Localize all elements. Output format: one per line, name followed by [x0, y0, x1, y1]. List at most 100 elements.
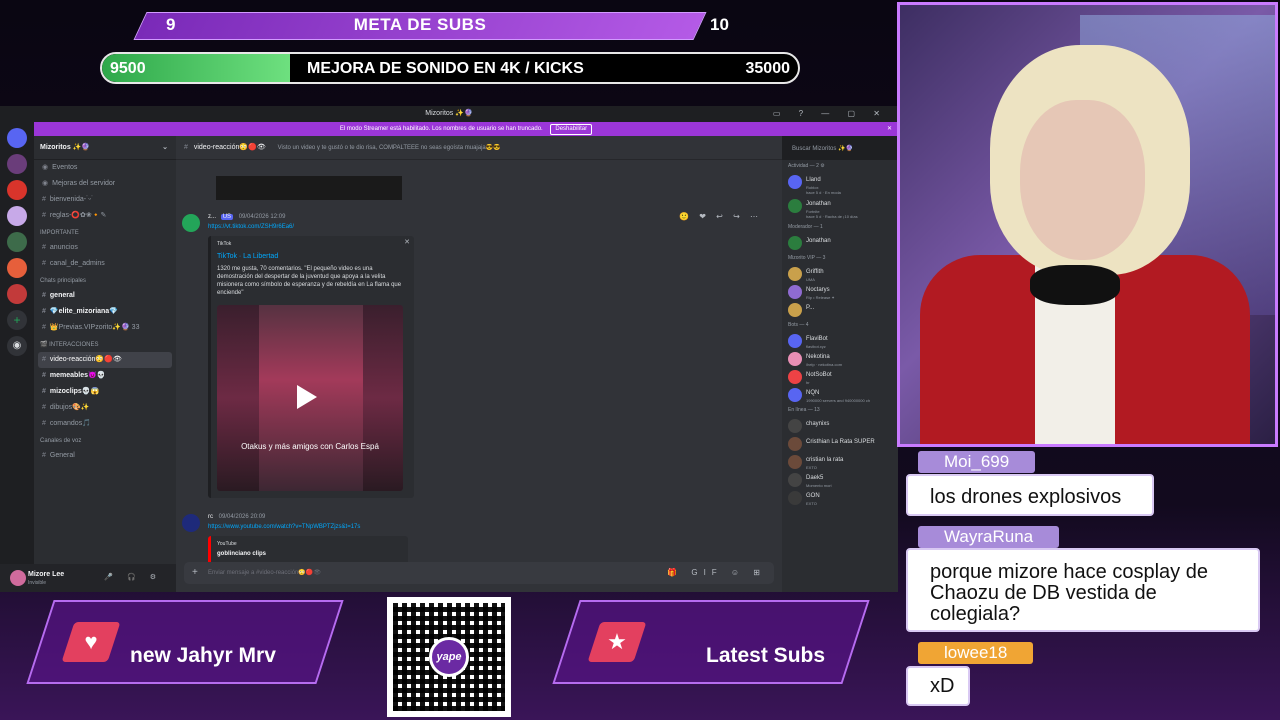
channel-item[interactable]: # General	[34, 448, 176, 464]
channel-item[interactable]: # reglas-⭕✿❀🔸✎	[34, 208, 176, 224]
channel-item[interactable]: # video-reacción😳🔴👁	[38, 352, 172, 368]
member-item[interactable]: NotSoBot hr	[782, 368, 898, 386]
close-banner-icon[interactable]: ✕	[887, 122, 892, 136]
server-icon[interactable]	[7, 206, 27, 226]
avatar[interactable]	[788, 175, 802, 189]
user-panel: Mizore Lee Invisible 🎤 🎧 ⚙	[0, 564, 176, 592]
embed-title[interactable]: goblinciano clips	[217, 551, 402, 557]
chevron-down-icon[interactable]: ⌄	[162, 136, 168, 160]
explore-icon[interactable]: ◉	[7, 336, 27, 356]
channel-item[interactable]: # mizoclips💀😱	[34, 384, 176, 400]
discord-home-icon[interactable]	[7, 128, 27, 148]
message-actions[interactable]: 🙂 ❤ ↩ ↪ ⋯	[679, 212, 762, 221]
avatar[interactable]	[182, 514, 200, 532]
channel-item[interactable]: # memeables😈💀	[34, 368, 176, 384]
member-name: chaynixs	[806, 421, 830, 427]
hash-icon: #	[184, 144, 188, 151]
avatar[interactable]	[788, 437, 802, 451]
channel-label: 💎elite_mizoriana💎	[49, 308, 118, 315]
member-item[interactable]: Cristhian La Rata SUPER	[782, 435, 898, 453]
avatar[interactable]	[182, 214, 200, 232]
chat-area: # video-reacción😳🔴👁 Visto un video y te …	[176, 136, 898, 592]
server-name-header[interactable]: Mizoritos ✨🔮 ⌄	[34, 136, 176, 160]
server-icon[interactable]	[7, 284, 27, 304]
message-link[interactable]: https://vt.tiktok.com/ZSH9r6Ea6/	[208, 224, 294, 230]
sidebar-item[interactable]: ◉ Eventos	[34, 160, 176, 176]
server-icon[interactable]	[7, 154, 27, 174]
member-item[interactable]: GON EXTO	[782, 489, 898, 507]
user-controls-icons[interactable]: 🎤 🎧 ⚙	[104, 573, 162, 581]
avatar[interactable]	[788, 370, 802, 384]
channel-category[interactable]: Chats principales	[34, 272, 176, 288]
member-category: Actividad — 2 ⚙	[788, 163, 825, 169]
channel-label: Canales de voz	[40, 438, 82, 444]
avatar[interactable]	[788, 352, 802, 366]
add-server-icon[interactable]: +	[7, 310, 27, 330]
message-input[interactable]: + Enviar mensaje a #video-reacción😳🔴👁 🎁 …	[184, 562, 774, 584]
channel-category[interactable]: Canales de voz	[34, 432, 176, 448]
member-item[interactable]: NQN 1990000 servers and 940000000 ch	[782, 386, 898, 404]
member-item[interactable]: Nekotina/help · nekotina.com	[782, 350, 898, 368]
server-icon[interactable]	[7, 180, 27, 200]
search-input[interactable]: Buscar Mizoritos ✨🔮	[788, 142, 898, 156]
server-icon[interactable]	[7, 258, 27, 278]
channel-category[interactable]: IMPORTANTE	[34, 224, 176, 240]
avatar[interactable]	[788, 388, 802, 402]
embed-video[interactable]: Otakus y más amigos con Carlos Espá	[217, 305, 403, 491]
link-embed: TikTok TikTok · La Libertad 1320 me gust…	[208, 236, 414, 498]
member-item[interactable]: Griffith UMA	[782, 265, 898, 283]
channel-item[interactable]: # anuncios	[34, 240, 176, 256]
message-input-placeholder: Enviar mensaje a #video-reacción😳🔴👁	[208, 570, 321, 576]
channel-item[interactable]: # general	[34, 288, 176, 304]
member-item[interactable]: chaynixs	[782, 417, 898, 435]
embed-title[interactable]: TikTok · La Libertad	[217, 253, 408, 260]
avatar[interactable]	[788, 491, 802, 505]
avatar[interactable]	[788, 285, 802, 299]
avatar[interactable]	[788, 303, 802, 317]
message-author[interactable]: rc	[208, 514, 213, 520]
member-item[interactable]: cristian la rata EXTO	[782, 453, 898, 471]
stream-overlay: 9 META DE SUBS 10 9500 MEJORA DE SONIDO …	[0, 0, 1280, 720]
avatar[interactable]	[788, 473, 802, 487]
streamer-bowtie	[1030, 265, 1120, 305]
play-icon[interactable]	[297, 385, 317, 409]
channel-item[interactable]: # comandos🎵	[34, 416, 176, 432]
channel-item[interactable]: # dibujos🎨✨	[34, 400, 176, 416]
message-link[interactable]: https://www.youtube.com/watch?v=TNpWBPTZ…	[208, 524, 360, 530]
channel-category[interactable]: 🎬 INTERACCIONES	[34, 336, 176, 352]
member-item[interactable]: Jonathan	[782, 234, 898, 252]
channel-label: video-reacción😳🔴👁	[49, 356, 122, 363]
avatar[interactable]	[788, 267, 802, 281]
avatar[interactable]	[788, 455, 802, 469]
add-attachment-icon[interactable]: +	[192, 562, 198, 584]
hash-icon: #	[42, 292, 46, 299]
disable-streamer-button[interactable]: Deshabilitar	[550, 124, 593, 135]
member-item[interactable]: Daek5 Momento mori	[782, 471, 898, 489]
window-controls[interactable]: ▭ ? — ▢ ✕	[773, 106, 888, 122]
chat-username: lowee18	[918, 642, 1034, 664]
avatar[interactable]	[10, 570, 26, 586]
member-name: Jonathan	[806, 238, 831, 244]
message-author[interactable]: z...	[208, 214, 216, 220]
avatar[interactable]	[788, 199, 802, 213]
input-toolbar-icons[interactable]: 🎁 GIF ☺ ⊞	[667, 562, 766, 584]
avatar[interactable]	[788, 334, 802, 348]
yape-qr-code: yape	[387, 597, 511, 717]
member-item[interactable]: FlaviBot flavibot.xyz	[782, 332, 898, 350]
member-item[interactable]: Lland Roblox hace 5 d · En moda	[782, 173, 898, 197]
server-icon[interactable]	[7, 232, 27, 252]
close-embed-icon[interactable]: ✕	[404, 238, 410, 246]
channel-item[interactable]: # 👑Previas.VIPzorito✨🔮 33	[34, 320, 176, 336]
avatar[interactable]	[788, 236, 802, 250]
sidebar-item[interactable]: ◉ Mejoras del servidor	[34, 176, 176, 192]
channel-label: comandos🎵	[49, 420, 91, 427]
channel-item[interactable]: # 💎elite_mizoriana💎	[34, 304, 176, 320]
channel-item[interactable]: # bienvenida-˙ᵕ˙	[34, 192, 176, 208]
avatar[interactable]	[788, 419, 802, 433]
channel-item[interactable]: # canal_de_admins	[34, 256, 176, 272]
kicks-goal-bar: 9500 MEJORA DE SONIDO EN 4K / KICKS 3500…	[100, 52, 800, 84]
member-category: Moderador — 1	[788, 224, 823, 230]
member-item[interactable]: Noctarys Rip • Release ✦	[782, 283, 898, 301]
member-item[interactable]: Jonathan Fortnite hace 5 d · Racha de ¡10 …	[782, 197, 898, 221]
member-item[interactable]: P...	[782, 301, 898, 319]
